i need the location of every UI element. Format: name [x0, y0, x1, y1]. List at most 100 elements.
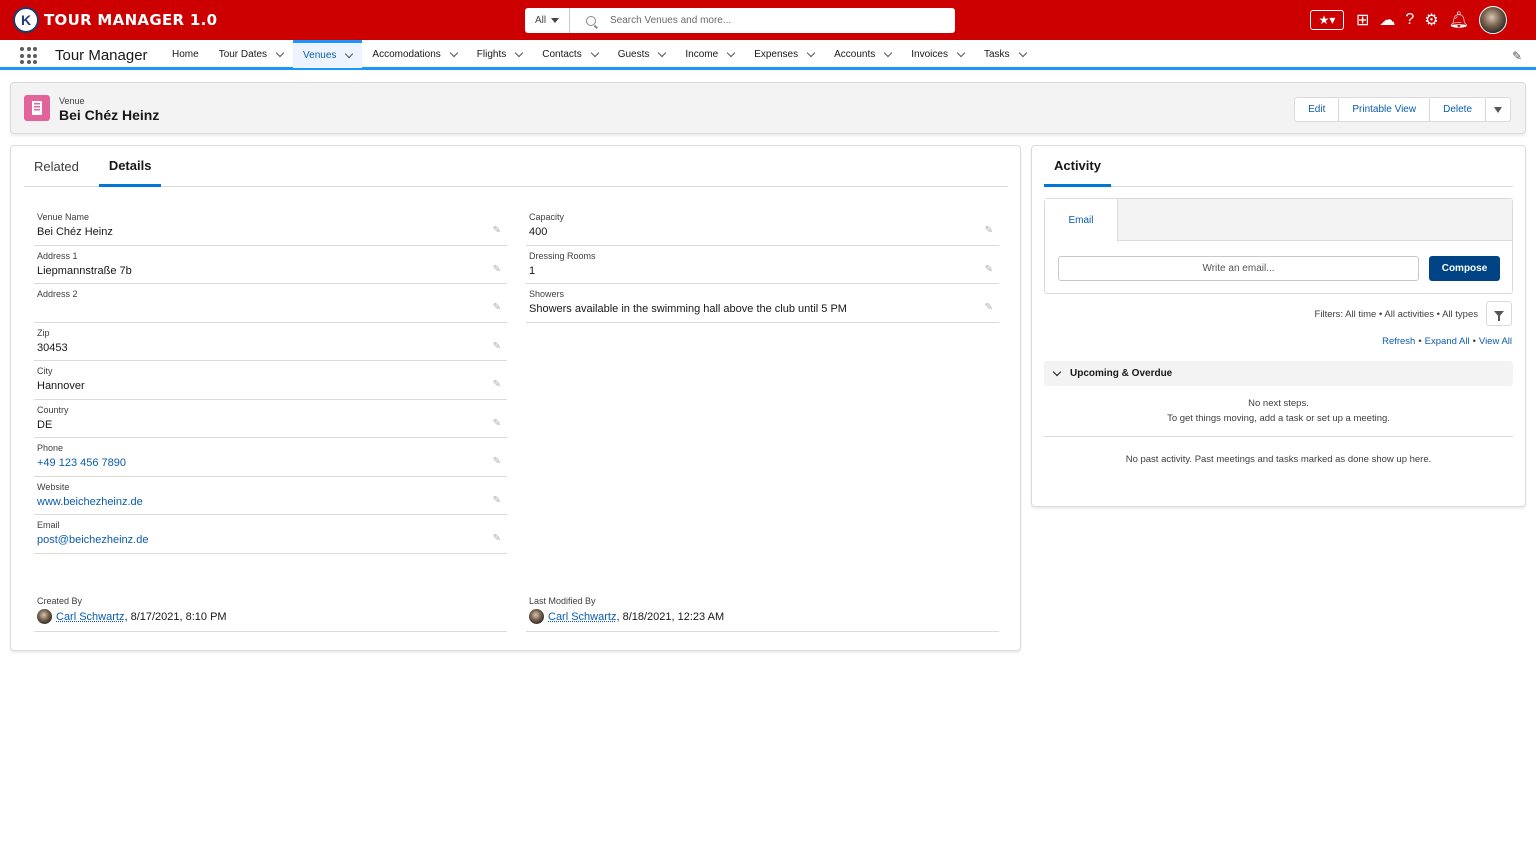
edit-button[interactable]: Edit — [1294, 97, 1340, 122]
nav-item-label: Tour Dates — [218, 48, 268, 60]
activity-tabs: Activity — [1044, 146, 1513, 187]
notifications-bell-icon[interactable]: 🔔︎ — [1449, 6, 1469, 34]
tab-activity[interactable]: Activity — [1044, 146, 1111, 187]
chevron-down-icon[interactable] — [449, 48, 459, 57]
field-value: 400 — [529, 226, 548, 238]
created-by-user-link[interactable]: Carl Schwartz — [56, 611, 124, 623]
favorites-star-icon[interactable]: ★▾ — [1310, 10, 1344, 30]
edit-pencil-icon[interactable]: ✎ — [493, 225, 501, 236]
nav-item-home[interactable]: Home — [162, 40, 209, 68]
write-email-input[interactable]: Write an email... — [1058, 256, 1419, 281]
field-label: City — [37, 366, 53, 376]
filter-button[interactable] — [1486, 301, 1512, 326]
upcoming-overdue-label: Upcoming & Overdue — [1070, 368, 1173, 379]
record-header: Venue Bei Chéz Heinz Edit Printable View… — [10, 82, 1526, 134]
chevron-down-icon[interactable] — [590, 48, 599, 57]
app-launcher-waffle-icon[interactable] — [20, 47, 37, 64]
nav-item-tasks[interactable]: Tasks — [974, 40, 1036, 68]
field-value[interactable]: +49 123 456 7890 — [37, 457, 504, 469]
nav-item-venues[interactable]: Venues — [293, 40, 363, 68]
field-value[interactable]: www.beichezheinz.de — [37, 496, 504, 508]
tab-details[interactable]: Details — [98, 146, 162, 187]
user-avatar[interactable] — [1478, 6, 1507, 34]
nav-item-invoices[interactable]: Invoices — [901, 40, 974, 68]
delete-button[interactable]: Delete — [1429, 97, 1486, 122]
field-label: Showers — [529, 289, 565, 299]
modified-by-avatar — [529, 609, 544, 624]
tab-related[interactable]: Related — [24, 146, 89, 187]
field-value[interactable]: post@beichezheinz.de — [37, 534, 504, 546]
edit-pencil-icon[interactable]: ✎ — [493, 379, 501, 390]
activity-card: Activity Email Write an email... Compose… — [1031, 145, 1526, 507]
search-scope-dropdown[interactable]: All — [525, 8, 570, 33]
field-label: Dressing Rooms — [529, 250, 596, 261]
field-dressing-rooms: Dressing Rooms 1 ✎ — [526, 246, 999, 284]
trailhead-icon[interactable]: ☁ — [1379, 6, 1395, 34]
edit-pencil-icon[interactable]: ✎ — [493, 302, 501, 313]
edit-pencil-icon[interactable]: ✎ — [493, 264, 501, 275]
edit-pencil-icon[interactable]: ✎ — [985, 302, 993, 313]
logo-icon: K — [13, 7, 39, 33]
nav-item-income[interactable]: Income — [675, 40, 744, 68]
upcoming-overdue-section[interactable]: Upcoming & Overdue — [1044, 361, 1513, 386]
chevron-down-icon[interactable] — [345, 49, 354, 59]
chevron-down-icon[interactable] — [806, 48, 816, 57]
no-past-activity: No past activity. Past meetings and task… — [1125, 454, 1432, 465]
created-by-avatar — [37, 609, 52, 624]
nav-item-tour-dates[interactable]: Tour Dates — [209, 40, 293, 68]
edit-pencil-icon[interactable]: ✎ — [985, 225, 993, 236]
edit-pencil-icon[interactable]: ✎ — [985, 264, 993, 275]
chevron-down-icon[interactable] — [956, 48, 966, 57]
global-actions-plus-icon[interactable]: ⊞ — [1356, 6, 1369, 34]
edit-pencil-icon[interactable]: ✎ — [493, 533, 501, 544]
nav-item-label: Flights — [476, 48, 507, 60]
nav-item-label: Income — [685, 48, 719, 60]
chevron-down-icon[interactable] — [275, 48, 285, 57]
view-all-link[interactable]: View All — [1479, 336, 1512, 347]
nav-items: Home Tour Dates Venues Accomodations Flights… — [162, 40, 1036, 68]
nav-item-label: Venues — [303, 50, 337, 61]
setup-gear-icon[interactable]: ⚙ — [1424, 6, 1438, 34]
field-city: City Hannover ✎ — [34, 361, 507, 400]
modified-by-user-link[interactable]: Carl Schwartz — [548, 611, 616, 623]
field-capacity: Capacity 400 ✎ — [526, 207, 999, 246]
divider — [1044, 436, 1513, 437]
expand-all-link[interactable]: Expand All — [1425, 336, 1470, 347]
more-actions-button[interactable] — [1485, 97, 1511, 122]
nav-item-flights[interactable]: Flights — [467, 40, 532, 68]
edit-pencil-icon[interactable]: ✎ — [493, 495, 501, 506]
nav-item-expenses[interactable]: Expenses — [744, 40, 824, 68]
chevron-down-icon[interactable] — [726, 48, 736, 57]
chevron-down-icon[interactable] — [658, 48, 667, 57]
nav-item-label: Contacts — [542, 48, 582, 60]
search-icon — [586, 15, 596, 26]
compose-button[interactable]: Compose — [1429, 256, 1500, 281]
nav-item-guests[interactable]: Guests — [608, 40, 676, 68]
field-value: 30453 — [37, 341, 68, 354]
edit-nav-pencil-icon[interactable]: ✎ — [1512, 49, 1522, 63]
help-icon[interactable]: ? — [1405, 6, 1414, 34]
chevron-down-icon[interactable] — [884, 48, 893, 57]
chevron-down-icon[interactable] — [515, 48, 524, 57]
modified-by-label: Last Modified By — [529, 596, 596, 606]
nav-item-label: Guests — [617, 48, 650, 60]
app-name: Tour Manager — [55, 47, 148, 64]
edit-pencil-icon[interactable]: ✎ — [493, 418, 501, 429]
printable-view-button[interactable]: Printable View — [1338, 97, 1431, 122]
nav-item-contacts[interactable]: Contacts — [532, 40, 607, 68]
nav-item-accounts[interactable]: Accounts — [824, 40, 901, 68]
edit-pencil-icon[interactable]: ✎ — [493, 341, 501, 352]
tab-email[interactable]: Email — [1045, 199, 1118, 242]
record-title: Bei Chéz Heinz — [59, 107, 160, 123]
search-input[interactable] — [610, 15, 930, 26]
app-logo[interactable]: K TOUR MANAGER 1.0 — [13, 7, 217, 33]
edit-pencil-icon[interactable]: ✎ — [493, 456, 501, 467]
created-by-label: Created By — [37, 596, 83, 606]
field-label: Venue Name — [37, 212, 90, 222]
refresh-link[interactable]: Refresh — [1382, 336, 1415, 347]
field-address-2: Address 2 ✎ — [34, 284, 507, 323]
chevron-down-icon[interactable] — [1018, 48, 1027, 57]
activity-filters-text: Filters: All time • All activities • All… — [1314, 309, 1478, 320]
nav-item-accomodations[interactable]: Accomodations — [362, 40, 466, 68]
record-tabs: Related Details — [24, 146, 1008, 187]
